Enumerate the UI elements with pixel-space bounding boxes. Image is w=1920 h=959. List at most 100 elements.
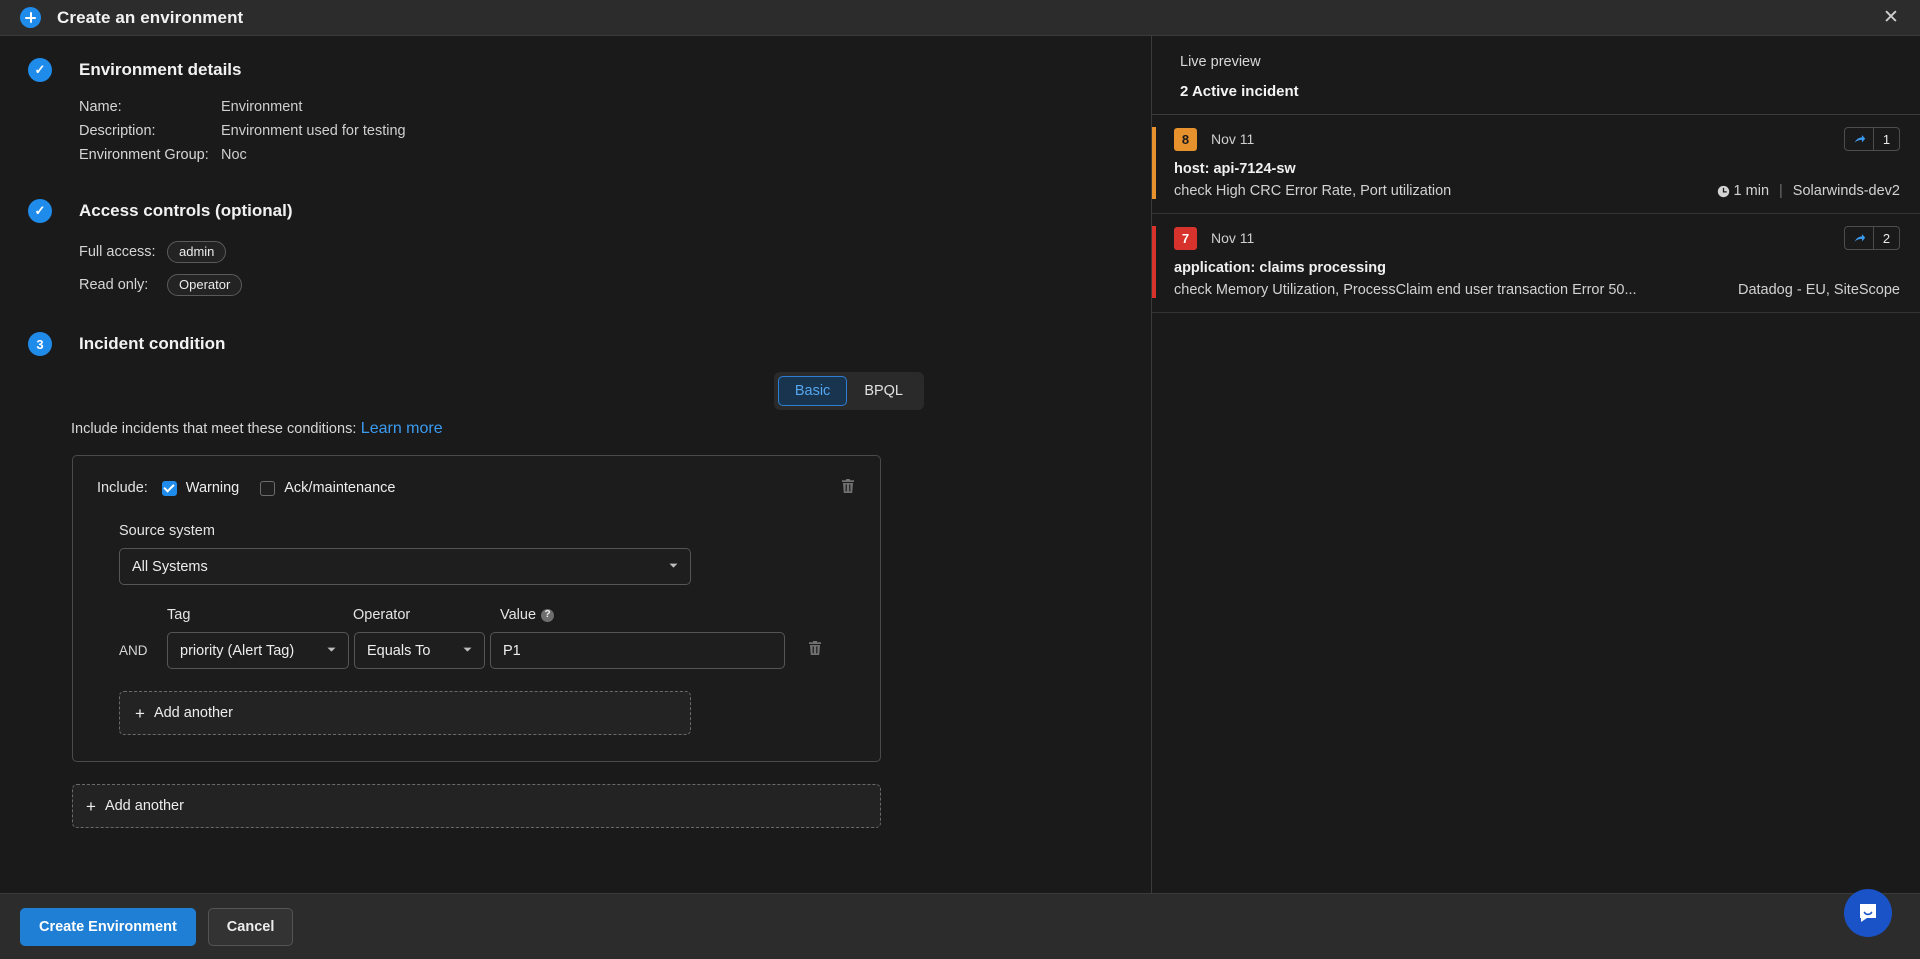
create-environment-button[interactable]: Create Environment <box>20 908 196 946</box>
detail-label-environment-group: Environment Group: <box>79 147 221 163</box>
add-another-rule-label: Add another <box>154 705 233 721</box>
incident-content: 7 Nov 11 2 application: claims processin… <box>1156 226 1900 298</box>
dialog-titlebar: Create an environment ✕ <box>0 0 1920 36</box>
detail-value-name: Environment <box>221 99 302 115</box>
read-only-label: Read only: <box>79 277 167 293</box>
live-preview-pane: Live preview 2 Active incident 8 Nov 11 … <box>1152 36 1920 893</box>
meta-separator: | <box>1779 183 1783 199</box>
condition-card: Include: Warning Ack/maintenance Source … <box>72 455 881 762</box>
incident-check-text: check Memory Utilization, ProcessClaim e… <box>1174 282 1637 298</box>
incident-subject: host: api-7124-sw <box>1174 161 1900 177</box>
detail-row-description: Description: Environment used for testin… <box>79 123 1151 139</box>
incident-header: 7 Nov 11 2 <box>1174 226 1900 250</box>
source-system-value: All Systems <box>132 559 208 575</box>
live-preview-title: Live preview <box>1180 54 1892 70</box>
detail-row-environment-group: Environment Group: Noc <box>79 147 1151 163</box>
active-incident-count: 2 Active incident <box>1180 83 1892 100</box>
dialog-body: ✓ Environment details Name: Environment … <box>0 36 1920 893</box>
incident-content: 8 Nov 11 1 host: api-7124-sw <box>1156 127 1900 199</box>
section-access-controls: ✓ Access controls (optional) Full access… <box>0 163 1151 296</box>
incident-entity-value: api-7124-sw <box>1213 161 1295 177</box>
detail-label-description: Description: <box>79 123 221 139</box>
source-system-select[interactable]: All Systems ⏷ <box>119 548 691 585</box>
incident-row[interactable]: 7 Nov 11 2 application: claims processin… <box>1152 214 1920 313</box>
rule-tag-select[interactable]: priority (Alert Tag) ⏷ <box>167 632 349 669</box>
tag-header: Tag <box>167 607 353 623</box>
incident-meta: check High CRC Error Rate, Port utilizat… <box>1174 183 1900 199</box>
full-access-row: Full access: admin <box>79 241 1151 263</box>
close-icon[interactable]: ✕ <box>1876 3 1906 33</box>
detail-label-name: Name: <box>79 99 221 115</box>
cancel-button[interactable]: Cancel <box>208 908 294 946</box>
severity-badge: 8 <box>1174 128 1197 151</box>
rule-value-text: P1 <box>503 643 521 659</box>
share-arrow-icon[interactable] <box>1845 128 1873 150</box>
chevron-down-icon: ⏷ <box>327 644 336 657</box>
trash-icon <box>807 640 823 656</box>
incident-duration: 1 min <box>1734 183 1769 199</box>
delete-condition-button[interactable] <box>840 478 856 498</box>
incident-source: Solarwinds-dev2 <box>1793 183 1900 199</box>
incident-entity-value: claims processing <box>1259 260 1386 276</box>
access-controls-header: ✓ Access controls (optional) <box>28 199 1151 223</box>
section-environment-details: ✓ Environment details Name: Environment … <box>0 36 1151 163</box>
checkbox-ack-maintenance-label: Ack/maintenance <box>284 480 395 496</box>
source-system-group: Source system All Systems ⏷ <box>119 523 856 585</box>
full-access-label: Full access: <box>79 244 167 260</box>
incident-date: Nov 11 <box>1211 131 1254 147</box>
environment-details-header: ✓ Environment details <box>28 58 1151 82</box>
share-count[interactable]: 2 <box>1873 227 1899 249</box>
checkbox-ack-maintenance[interactable] <box>260 481 275 496</box>
incident-meta-right: 1 min | Solarwinds-dev2 <box>1703 183 1900 199</box>
read-only-value-pill[interactable]: Operator <box>167 274 242 296</box>
chevron-down-icon: ⏷ <box>669 560 678 573</box>
rule-value-input[interactable]: P1 <box>490 632 785 669</box>
full-access-value-pill[interactable]: admin <box>167 241 226 263</box>
learn-more-link[interactable]: Learn more <box>361 420 443 437</box>
environment-details-title: Environment details <box>79 60 241 80</box>
page-title: Create an environment <box>57 8 243 28</box>
chat-bubble-icon[interactable] <box>1844 889 1892 937</box>
incident-subject: application: claims processing <box>1174 260 1900 276</box>
checkbox-warning-label: Warning <box>186 480 239 496</box>
rule-operator-select[interactable]: Equals To ⏷ <box>354 632 485 669</box>
create-environment-dialog: Create an environment ✕ ✓ Environment de… <box>0 0 1920 959</box>
form-pane: ✓ Environment details Name: Environment … <box>0 36 1152 893</box>
incident-meta-right: Datadog - EU, SiteScope <box>1724 282 1900 298</box>
incident-condition-title: Incident condition <box>79 334 225 354</box>
tab-bpql[interactable]: BPQL <box>847 376 920 406</box>
include-row: Include: Warning Ack/maintenance <box>97 478 856 498</box>
incident-row[interactable]: 8 Nov 11 1 host: api-7124-sw <box>1152 115 1920 214</box>
source-system-label: Source system <box>119 523 856 539</box>
add-another-condition-button[interactable]: + Add another <box>72 784 881 828</box>
trash-icon <box>840 478 856 494</box>
detail-value-description: Environment used for testing <box>221 123 406 139</box>
plus-icon: + <box>135 705 145 722</box>
share-count[interactable]: 1 <box>1873 128 1899 150</box>
section-incident-condition: 3 Incident condition Basic BPQL Include … <box>0 296 1151 828</box>
rule-row-group: Tag Operator Value ? AND priority (Alert… <box>119 607 856 669</box>
condition-lead-text: Include incidents that meet these condit… <box>71 421 356 437</box>
tab-basic[interactable]: Basic <box>778 376 847 406</box>
dialog-footer: Create Environment Cancel <box>0 893 1920 959</box>
add-another-rule-button[interactable]: + Add another <box>119 691 691 735</box>
incident-source: Datadog - EU, SiteScope <box>1738 282 1900 298</box>
detail-value-environment-group: Noc <box>221 147 247 163</box>
incident-header: 8 Nov 11 1 <box>1174 127 1900 151</box>
include-label: Include: <box>97 480 148 496</box>
checkbox-warning[interactable] <box>162 481 177 496</box>
live-preview-header: Live preview 2 Active incident <box>1152 36 1920 115</box>
share-arrow-icon[interactable] <box>1845 227 1873 249</box>
rule-operator-value: Equals To <box>367 643 430 659</box>
operator-header: Operator <box>353 607 500 623</box>
severity-badge: 7 <box>1174 227 1197 250</box>
help-icon[interactable]: ? <box>541 609 554 622</box>
plus-icon: + <box>86 798 96 815</box>
incident-entity-label: application: <box>1174 260 1255 276</box>
incident-date: Nov 11 <box>1211 230 1254 246</box>
step-number-badge: 3 <box>28 332 52 356</box>
delete-rule-button[interactable] <box>807 640 823 661</box>
value-header: Value <box>500 607 536 623</box>
step-complete-icon: ✓ <box>28 199 52 223</box>
chevron-down-icon: ⏷ <box>463 644 472 657</box>
